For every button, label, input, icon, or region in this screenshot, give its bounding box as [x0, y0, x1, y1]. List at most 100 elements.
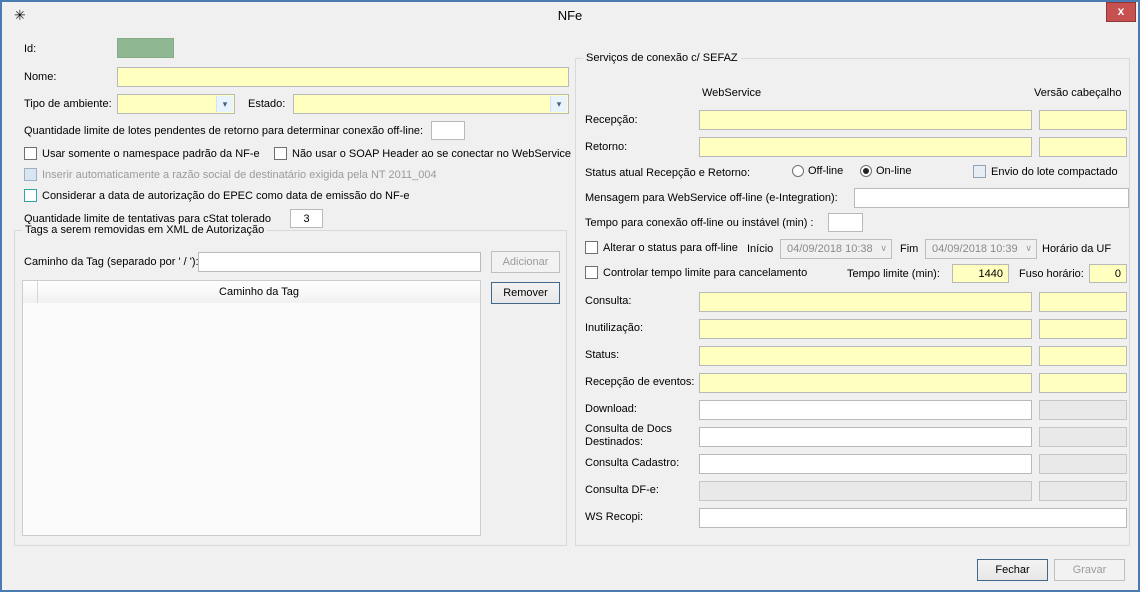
fim-datetime-picker: 04/09/2018 10:39 ∨ — [925, 239, 1037, 259]
nfe-window: ✳ NFe x Id: Nome: Tipo de ambiente: ▾ Es… — [0, 0, 1140, 592]
consulta-cadastro-webservice-input[interactable] — [699, 454, 1032, 474]
sefaz-group-title: Serviços de conexão c/ SEFAZ — [583, 52, 741, 64]
checkbox-box — [24, 147, 37, 160]
consulta-dfe-label: Consulta DF-e: — [585, 484, 659, 496]
chevron-down-icon: ∨ — [880, 243, 887, 254]
remover-button[interactable]: Remover — [491, 282, 560, 304]
gravar-button: Gravar — [1054, 559, 1125, 581]
recepcao-eventos-label: Recepção de eventos: — [585, 376, 694, 388]
checkbox-label: Inserir automaticamente a razão social d… — [42, 169, 437, 181]
cstat-input[interactable] — [290, 209, 323, 228]
gravar-button-label: Gravar — [1073, 564, 1107, 576]
download-webservice-input[interactable] — [699, 400, 1032, 420]
status-atual-label: Status atual Recepção e Retorno: — [585, 167, 750, 179]
checkbox-label: Envio do lote compactado — [991, 166, 1118, 178]
id-label: Id: — [24, 43, 36, 55]
consulta-dfe-webservice-input — [699, 481, 1032, 501]
consulta-cadastro-versao-input — [1039, 454, 1127, 474]
retorno-label: Retorno: — [585, 141, 627, 153]
fechar-button[interactable]: Fechar — [977, 559, 1048, 581]
checkbox-epec[interactable]: Considerar a data de autorização do EPEC… — [24, 189, 409, 202]
inutilizacao-label: Inutilização: — [585, 322, 643, 334]
consulta-cadastro-label: Consulta Cadastro: — [585, 457, 679, 469]
caminho-tag-input[interactable] — [198, 252, 481, 272]
checkbox-label: Considerar a data de autorização do EPEC… — [42, 190, 409, 202]
recepcao-webservice-input[interactable] — [699, 110, 1032, 130]
tipo-ambiente-select[interactable]: ▾ — [117, 94, 235, 114]
download-versao-input — [1039, 400, 1127, 420]
radio-online[interactable]: On-line — [860, 165, 911, 177]
checkbox-soap-header[interactable]: Não usar o SOAP Header ao se conectar no… — [274, 147, 571, 160]
app-icon: ✳ — [14, 8, 26, 22]
consulta-docs-versao-input — [1039, 427, 1127, 447]
retorno-webservice-input[interactable] — [699, 137, 1032, 157]
consulta-webservice-input[interactable] — [699, 292, 1032, 312]
checkbox-controlar-tempo[interactable]: Controlar tempo limite para cancelamento — [585, 266, 807, 279]
checkbox-box — [585, 266, 598, 279]
checkbox-label: Usar somente o namespace padrão da NF-e — [42, 148, 260, 160]
consulta-dfe-versao-input — [1039, 481, 1127, 501]
recepcao-versao-input[interactable] — [1039, 110, 1127, 130]
chevron-down-icon: ∨ — [1025, 243, 1032, 254]
fuso-horario-input[interactable] — [1089, 264, 1127, 283]
radio-offline[interactable]: Off-line — [792, 165, 843, 177]
inicio-datetime-picker: 04/09/2018 10:38 ∨ — [780, 239, 892, 259]
checkbox-box — [973, 165, 986, 178]
tags-grid: Caminho da Tag — [22, 280, 481, 536]
checkbox-box — [274, 147, 287, 160]
recepcao-eventos-webservice-input[interactable] — [699, 373, 1032, 393]
tempo-conexao-label: Tempo para conexão off-line ou instável … — [585, 217, 813, 229]
grid-row-header — [23, 281, 38, 303]
fuso-horario-label: Fuso horário: — [1019, 268, 1084, 280]
inicio-datetime-value: 04/09/2018 10:38 — [787, 243, 873, 255]
close-icon: x — [1118, 4, 1125, 18]
ws-recopi-label: WS Recopi: — [585, 511, 643, 523]
inutilizacao-webservice-input[interactable] — [699, 319, 1032, 339]
lotes-pendentes-label: Quantidade limite de lotes pendentes de … — [24, 125, 423, 137]
versao-column-header: Versão cabeçalho — [1034, 87, 1121, 99]
radio-label: Off-line — [808, 165, 843, 177]
checkbox-box — [585, 241, 598, 254]
checkbox-namespace-padrao[interactable]: Usar somente o namespace padrão da NF-e — [24, 147, 260, 160]
estado-select[interactable]: ▾ — [293, 94, 569, 114]
inutilizacao-versao-input[interactable] — [1039, 319, 1127, 339]
fechar-button-label: Fechar — [995, 564, 1029, 576]
grid-column-header: Caminho da Tag — [38, 281, 480, 303]
close-button[interactable]: x — [1106, 2, 1136, 22]
consulta-versao-input[interactable] — [1039, 292, 1127, 312]
id-field — [117, 38, 174, 58]
consulta-docs-webservice-input[interactable] — [699, 427, 1032, 447]
tags-grid-body[interactable] — [23, 303, 480, 535]
tempo-limite-input[interactable] — [952, 264, 1009, 283]
nome-input[interactable] — [117, 67, 569, 87]
checkbox-box — [24, 189, 37, 202]
recepcao-eventos-versao-input[interactable] — [1039, 373, 1127, 393]
ws-recopi-input[interactable] — [699, 508, 1127, 528]
retorno-versao-input[interactable] — [1039, 137, 1127, 157]
chevron-down-icon: ▾ — [550, 96, 567, 112]
tempo-conexao-input[interactable] — [828, 213, 863, 232]
radio-circle — [792, 165, 804, 177]
checkbox-alterar-offline[interactable]: Alterar o status para off-line — [585, 241, 738, 254]
status-versao-input[interactable] — [1039, 346, 1127, 366]
lotes-pendentes-input[interactable] — [431, 121, 465, 140]
adicionar-button: Adicionar — [491, 251, 560, 273]
checkbox-label: Não usar o SOAP Header ao se conectar no… — [292, 148, 571, 160]
radio-circle — [860, 165, 872, 177]
tags-grid-header: Caminho da Tag — [23, 281, 480, 304]
mensagem-offline-input[interactable] — [854, 188, 1129, 208]
fim-label: Fim — [900, 243, 918, 255]
status-webservice-input[interactable] — [699, 346, 1032, 366]
checkbox-envio-lote[interactable]: Envio do lote compactado — [973, 165, 1118, 178]
webservice-column-header: WebService — [702, 87, 761, 99]
nome-label: Nome: — [24, 71, 56, 83]
consulta-docs-label: Consulta de Docs Destinados: — [585, 423, 697, 449]
adicionar-button-label: Adicionar — [503, 256, 549, 268]
tipo-ambiente-label: Tipo de ambiente: — [24, 98, 112, 110]
tempo-limite-label: Tempo limite (min): — [847, 268, 940, 280]
radio-label: On-line — [876, 165, 911, 177]
caminho-tag-label: Caminho da Tag (separado por ' / '): — [24, 256, 199, 268]
recepcao-label: Recepção: — [585, 114, 638, 126]
mensagem-offline-label: Mensagem para WebService off-line (e-Int… — [585, 192, 838, 204]
tags-group-title: Tags a serem removidas em XML de Autoriz… — [22, 224, 267, 236]
